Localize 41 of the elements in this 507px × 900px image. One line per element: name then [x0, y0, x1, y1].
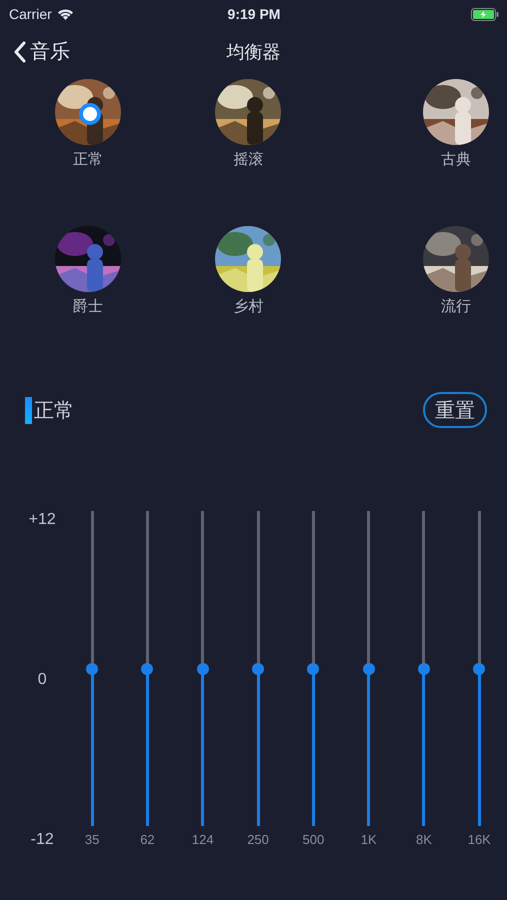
frequency-label: 250: [247, 832, 269, 847]
page-title: 均衡器: [226, 41, 280, 64]
preset-label: 乡村: [233, 297, 264, 316]
preset-item[interactable]: 爵士: [55, 226, 122, 316]
frequency-label: 124: [192, 832, 214, 847]
slider-thumb[interactable]: [362, 662, 375, 674]
status-time: 9:19 PM: [228, 6, 280, 22]
back-button[interactable]: 音乐: [14, 38, 70, 65]
slider-thumb[interactable]: [473, 662, 486, 674]
preset-label: 流行: [440, 297, 471, 316]
battery-icon: [470, 8, 499, 20]
slider-thumb[interactable]: [307, 662, 320, 674]
preset-item[interactable]: 正常: [55, 79, 122, 169]
preset-item[interactable]: 摇滚: [215, 79, 282, 169]
preset-item[interactable]: 古典: [422, 79, 489, 169]
accent-bar: [25, 396, 32, 424]
axis-label: -12: [30, 831, 54, 849]
frequency-label: 16K: [468, 832, 491, 847]
slider-thumb[interactable]: [86, 662, 98, 674]
preset-heading: 正常: [34, 398, 74, 424]
preset-label: 古典: [440, 150, 471, 169]
preset-item[interactable]: 乡村: [215, 226, 282, 316]
slider-thumb[interactable]: [418, 662, 430, 674]
frequency-label: 35: [84, 832, 100, 847]
slider-thumb[interactable]: [196, 662, 209, 674]
frequency-label: 500: [302, 832, 324, 847]
frequency-label: 1K: [360, 832, 377, 847]
wifi-icon: [56, 8, 74, 20]
preset-label: 摇滚: [233, 150, 264, 169]
slider-thumb[interactable]: [252, 662, 264, 674]
axis-label: +12: [28, 511, 56, 529]
reset-button[interactable]: 重置: [423, 392, 487, 428]
carrier-label: Carrier: [9, 6, 52, 22]
frequency-label: 62: [140, 832, 155, 847]
frequency-label: 8K: [416, 832, 432, 847]
chevron-left-icon: [14, 40, 26, 62]
preset-label: 爵士: [73, 297, 104, 316]
axis-label: 0: [38, 671, 47, 689]
slider-thumb[interactable]: [141, 662, 154, 674]
preset-label: 正常: [73, 150, 104, 169]
preset-item[interactable]: 流行: [422, 226, 489, 316]
